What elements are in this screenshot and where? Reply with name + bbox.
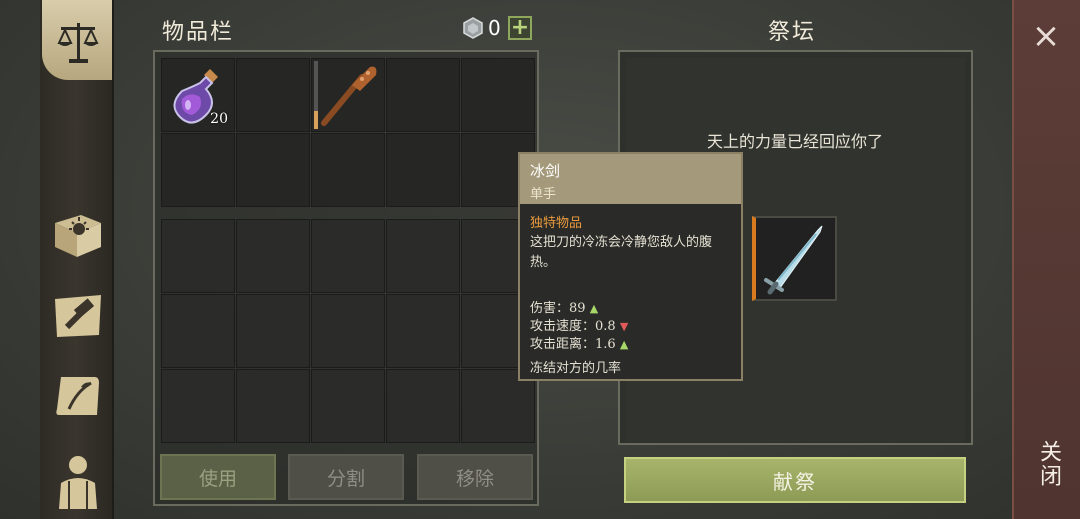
hammer-map-icon[interactable] [50, 288, 106, 344]
use-button[interactable]: 使用 [160, 454, 276, 500]
inventory-slot[interactable] [236, 58, 310, 132]
stat-damage: 伤害：89 ▲ [530, 297, 598, 316]
inventory-slot[interactable] [386, 219, 460, 293]
sacrifice-button[interactable]: 献祭 [624, 457, 966, 503]
inventory-slot[interactable] [236, 219, 310, 293]
arrow-up-icon: ▲ [619, 338, 629, 351]
scroll-quill-icon[interactable] [50, 368, 106, 424]
gem-icon [462, 17, 484, 39]
scales-icon[interactable] [50, 14, 106, 70]
stat-attack-speed: 攻击速度：0.8 ▼ [530, 315, 628, 334]
stat-value: 0.8 [595, 319, 616, 334]
inventory-slot[interactable] [311, 369, 385, 443]
character-icon[interactable] [50, 450, 106, 512]
inventory-slot[interactable] [386, 369, 460, 443]
altar-title: 祭坛 [768, 20, 817, 45]
club-icon [321, 66, 377, 126]
inventory-slot[interactable] [311, 58, 385, 132]
tooltip-item-type: 单手 [530, 187, 557, 202]
ice-sword-icon [764, 225, 823, 295]
durability-bar [314, 61, 318, 129]
arrow-down-icon: ▼ [619, 320, 629, 333]
sun-book-icon[interactable] [50, 208, 106, 264]
stat-attack-range: 攻击距离：1.6 ▲ [530, 333, 628, 352]
inventory-grid-bottom [161, 219, 535, 443]
currency-value: 0 [488, 16, 501, 40]
inventory-title: 物品栏 [162, 20, 235, 45]
inventory-slot[interactable] [386, 133, 460, 207]
stat-label: 伤害： [530, 301, 570, 316]
close-icon[interactable]: × [1028, 18, 1064, 54]
arrow-up-icon: ▲ [589, 302, 599, 315]
inventory-slot[interactable] [311, 294, 385, 368]
inventory-slot[interactable] [386, 294, 460, 368]
durability-fill [314, 111, 318, 129]
inventory-slot[interactable]: 20 [161, 58, 235, 132]
inventory-slot[interactable] [236, 133, 310, 207]
inventory-slot[interactable] [236, 369, 310, 443]
inventory-slot[interactable] [386, 58, 460, 132]
add-currency-button[interactable]: + [508, 16, 532, 40]
inventory-slot[interactable] [236, 294, 310, 368]
altar-item-slot[interactable] [752, 216, 837, 301]
tooltip-effect: 冻结对方的几率 [530, 361, 622, 376]
inventory-slot[interactable] [161, 133, 235, 207]
stat-value: 89 [569, 301, 586, 316]
tooltip-description: 这把刀的冷冻会冷静您敌人的腹热。 [530, 235, 713, 270]
inventory-grid-top: 20 [161, 58, 535, 207]
item-tooltip: 冰剑 单手 独特物品 这把刀的冷冻会冷静您敌人的腹热。 伤害：89 ▲ 攻击速度… [518, 152, 743, 381]
stat-label: 攻击速度： [530, 319, 596, 334]
inventory-slot[interactable] [161, 294, 235, 368]
inventory-slot[interactable] [461, 58, 535, 132]
altar-message: 天上的力量已经回应你了 [706, 132, 883, 151]
item-count: 20 [210, 111, 228, 127]
inventory-slot[interactable] [161, 219, 235, 293]
close-label[interactable]: 关闭 [1030, 440, 1064, 488]
tooltip-rarity: 独特物品 [530, 216, 583, 231]
stat-value: 1.6 [595, 337, 616, 352]
stat-label: 攻击距离： [530, 337, 596, 352]
tooltip-item-name: 冰剑 [530, 162, 561, 180]
split-button[interactable]: 分割 [288, 454, 404, 500]
inventory-slot[interactable] [311, 219, 385, 293]
inventory-slot[interactable] [161, 369, 235, 443]
inventory-slot[interactable] [311, 133, 385, 207]
remove-button[interactable]: 移除 [417, 454, 533, 500]
